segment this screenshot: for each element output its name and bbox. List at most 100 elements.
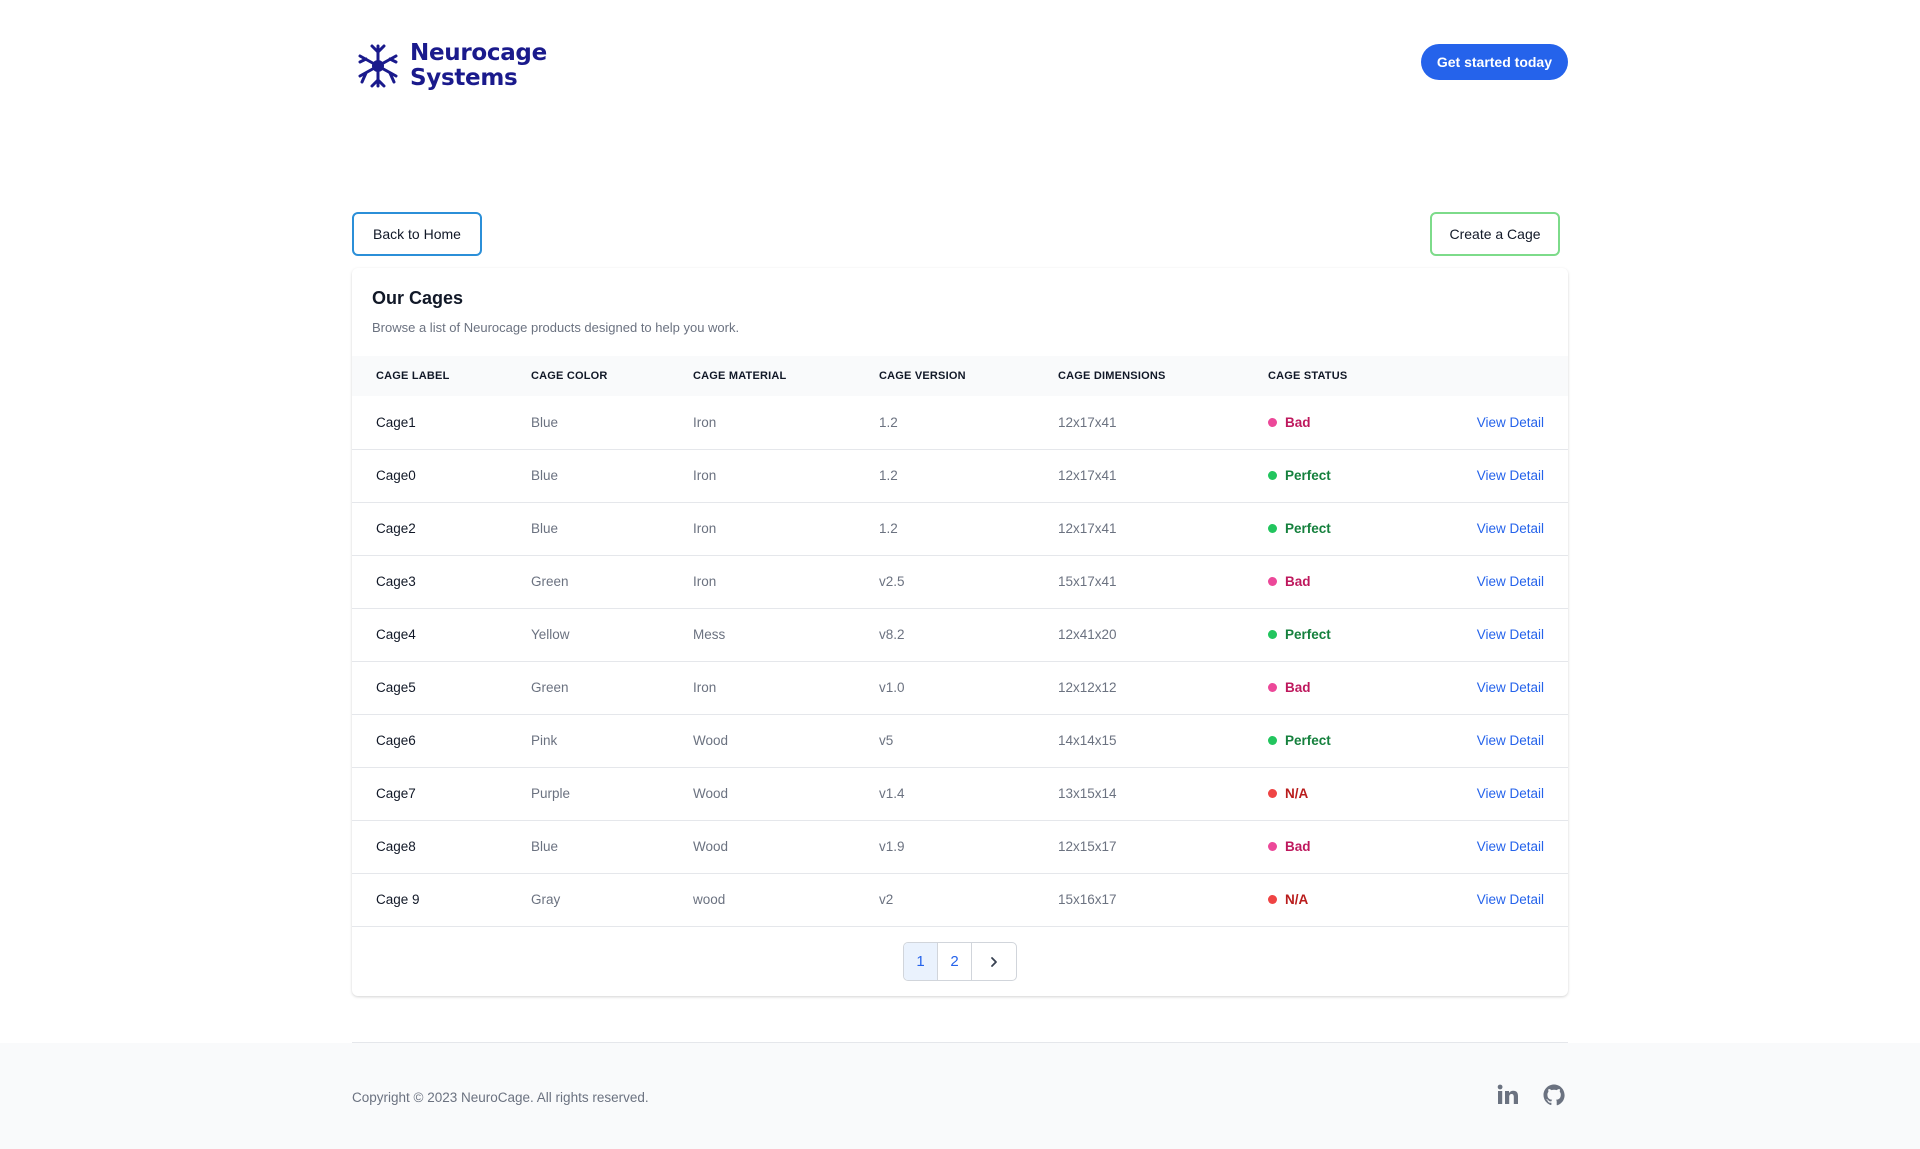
status-badge: N/A	[1268, 786, 1308, 801]
cage-color-cell: Pink	[531, 733, 558, 748]
table-header-row: Cage Label Cage Color Cage Material Cage…	[352, 356, 1568, 396]
view-detail-cell: View Detail	[1394, 608, 1568, 661]
cage-status-cell: Perfect	[1244, 449, 1394, 502]
get-started-button[interactable]: Get started today	[1420, 44, 1568, 80]
action-bar: Back to Home Create a Cage	[352, 212, 1568, 256]
brand-line-2: Systems	[410, 65, 518, 91]
cage-status-cell: Bad	[1244, 820, 1394, 873]
status-text: Perfect	[1285, 521, 1331, 536]
cage-label-cell: Cage1	[376, 414, 416, 430]
status-badge: N/A	[1268, 892, 1308, 907]
cage-color-cell: Blue	[531, 468, 559, 483]
view-detail-cell: View Detail	[1394, 449, 1568, 502]
status-text: Perfect	[1285, 733, 1331, 748]
cage-status-cell: Bad	[1244, 396, 1394, 449]
view-detail-link[interactable]: View Detail	[1477, 521, 1544, 536]
view-detail-cell: View Detail	[1394, 714, 1568, 767]
card-subtitle: Browse a list of Neurocage products desi…	[372, 320, 740, 335]
column-header-material: Cage Material	[693, 370, 787, 382]
brand-logo[interactable]: Neurocage Systems	[352, 40, 547, 92]
table-row: Cage1 Blue Iron 1.2 12x17x41 Bad View Detail	[352, 396, 1568, 449]
status-badge: Perfect	[1268, 627, 1331, 642]
create-cage-button[interactable]: Create a Cage	[1430, 212, 1560, 256]
status-badge: Perfect	[1268, 521, 1331, 536]
cage-status-cell: N/A	[1244, 873, 1394, 926]
status-text: Perfect	[1285, 627, 1331, 642]
view-detail-link[interactable]: View Detail	[1477, 892, 1544, 907]
status-text: Bad	[1285, 574, 1311, 589]
page-button-2[interactable]: 2	[938, 943, 972, 980]
view-detail-link[interactable]: View Detail	[1477, 733, 1544, 748]
cage-dimensions-cell: 12x15x17	[1058, 839, 1117, 854]
cage-version-cell: v1.4	[879, 786, 905, 801]
status-dot-icon	[1268, 736, 1277, 745]
cage-color-cell: Gray	[531, 892, 561, 907]
cage-material-cell: wood	[693, 892, 726, 907]
status-text: Bad	[1285, 680, 1311, 695]
cage-label-cell: Cage7	[376, 786, 416, 801]
status-badge: Bad	[1268, 839, 1311, 854]
status-dot-icon	[1268, 895, 1277, 904]
page-button-1[interactable]: 1	[904, 943, 938, 980]
view-detail-cell: View Detail	[1394, 820, 1568, 873]
status-dot-icon	[1268, 842, 1277, 851]
column-header-label: Cage Label	[376, 370, 450, 382]
table-row: Cage6 Pink Wood v5 14x14x15 Perfect View Detai…	[352, 714, 1568, 767]
status-badge: Bad	[1268, 415, 1311, 430]
status-dot-icon	[1268, 789, 1277, 798]
cage-color-cell: Blue	[531, 414, 559, 430]
cage-color-cell: Green	[531, 574, 569, 589]
cage-label-cell: Cage8	[376, 839, 416, 854]
site-header: Neurocage Systems Get started today	[352, 38, 1568, 94]
status-text: N/A	[1285, 892, 1309, 907]
column-header-version: Cage Version	[879, 370, 966, 382]
cage-version-cell: v8.2	[879, 627, 905, 642]
cage-dimensions-cell: 12x17x41	[1058, 521, 1117, 536]
table-row: Cage3 Green Iron v2.5 15x17x41 Bad View Detail	[352, 555, 1568, 608]
cage-label-cell: Cage4	[376, 627, 416, 642]
status-badge: Perfect	[1268, 733, 1331, 748]
neuron-icon	[358, 44, 398, 88]
back-to-home-button[interactable]: Back to Home	[352, 212, 482, 256]
view-detail-link[interactable]: View Detail	[1477, 468, 1544, 483]
cage-material-cell: Mess	[693, 627, 726, 642]
cage-dimensions-cell: 12x17x41	[1058, 468, 1117, 483]
cage-label-cell: Cage 9	[376, 892, 420, 907]
view-detail-link[interactable]: View Detail	[1477, 627, 1544, 642]
status-dot-icon	[1268, 683, 1277, 692]
status-dot-icon	[1268, 577, 1277, 586]
cage-material-cell: Wood	[693, 786, 729, 801]
table-row: Cage5 Green Iron v1.0 12x12x12 Bad View Detail	[352, 661, 1568, 714]
view-detail-link[interactable]: View Detail	[1477, 839, 1544, 854]
pagination: 1 2	[903, 942, 1017, 981]
column-header-actions	[1394, 356, 1568, 396]
view-detail-link[interactable]: View Detail	[1477, 786, 1544, 801]
cage-label-cell: Cage2	[376, 521, 416, 536]
github-icon[interactable]	[1542, 1083, 1566, 1107]
cage-dimensions-cell: 13x15x14	[1058, 786, 1117, 801]
linkedin-icon[interactable]	[1496, 1083, 1520, 1107]
status-badge: Perfect	[1268, 468, 1331, 483]
cage-version-cell: 1.2	[879, 468, 898, 483]
cage-version-cell: v2.5	[879, 574, 905, 589]
cage-material-cell: Iron	[693, 574, 717, 589]
view-detail-link[interactable]: View Detail	[1477, 415, 1544, 430]
status-dot-icon	[1268, 630, 1277, 639]
cage-label-cell: Cage0	[376, 468, 416, 483]
table-row: Cage 9 Gray wood v2 15x16x17 N/A View Detail	[352, 873, 1568, 926]
cage-dimensions-cell: 12x41x20	[1058, 627, 1117, 642]
cage-version-cell: v1.9	[879, 839, 905, 854]
view-detail-cell: View Detail	[1394, 502, 1568, 555]
view-detail-cell: View Detail	[1394, 555, 1568, 608]
table-row: Cage0 Blue Iron 1.2 12x17x41 Perfect View Deta…	[352, 449, 1568, 502]
social-links	[1496, 1083, 1566, 1107]
next-page-button[interactable]	[972, 943, 1016, 980]
table-row: Cage8 Blue Wood v1.9 12x15x17 Bad View Detail	[352, 820, 1568, 873]
cage-label-cell: Cage3	[376, 574, 416, 589]
view-detail-link[interactable]: View Detail	[1477, 574, 1544, 589]
cage-color-cell: Blue	[531, 521, 559, 536]
status-dot-icon	[1268, 417, 1277, 427]
site-footer	[0, 1043, 1920, 1149]
view-detail-link[interactable]: View Detail	[1477, 680, 1544, 695]
cage-material-cell: Wood	[693, 733, 729, 748]
